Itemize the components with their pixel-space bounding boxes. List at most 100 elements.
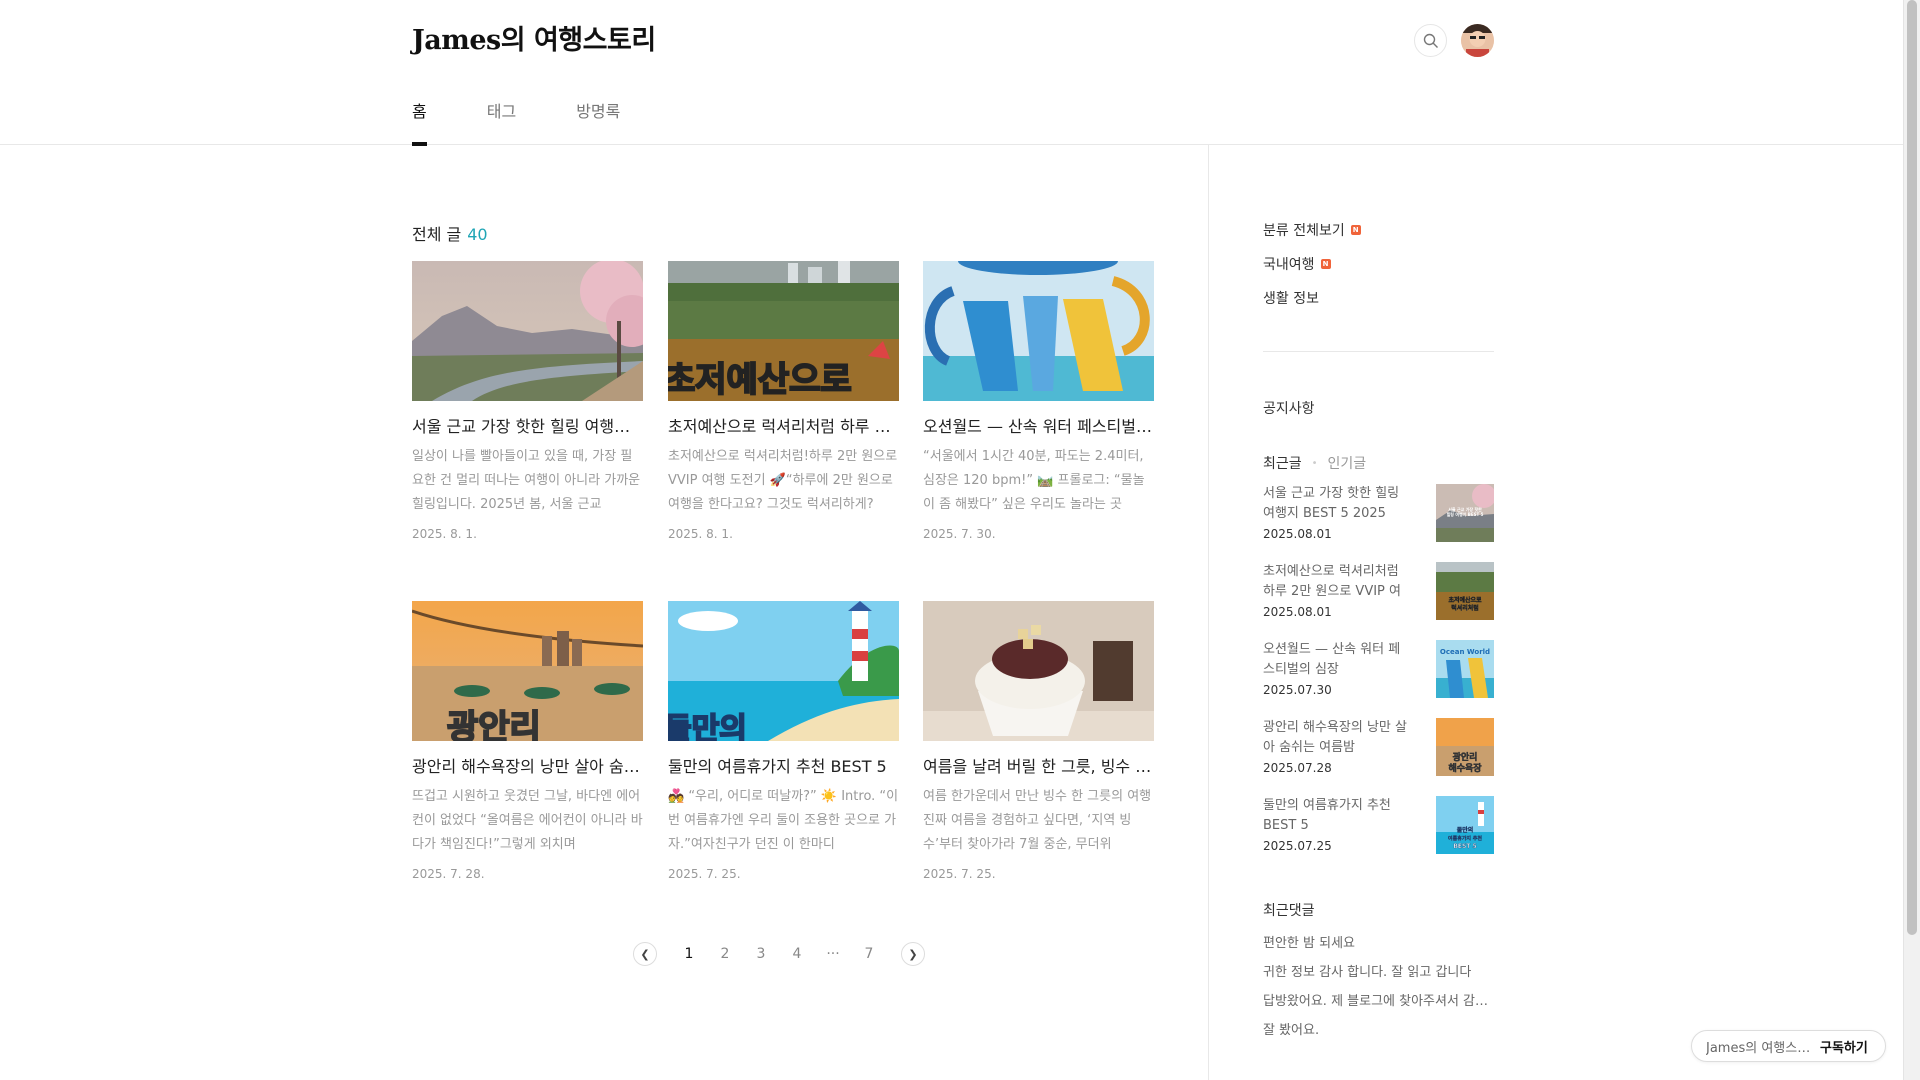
page-2[interactable]: 2	[707, 946, 743, 962]
post-thumbnail[interactable]: 광안리	[412, 601, 643, 741]
recent-post-thumbnail: 서울 근교 가장 핫한 힐링 여행지 BEST 5	[1436, 484, 1494, 542]
post-card[interactable]: 서울 근교 가장 핫한 힐링 여행지 BEST 5 2025 일상이 나를 빨아…	[412, 261, 643, 541]
recent-post-title: 오션월드 — 산속 워터 페스티벌의 심장	[1263, 642, 1401, 677]
svg-text:럭셔리처럼: 럭셔리처럼	[1451, 604, 1479, 612]
post-summary: 여름 한가운데서 만난 빙수 한 그릇의 여행 진짜 여름을 경험하고 싶다면,…	[923, 789, 1152, 852]
thumbnail-image: 둘만의	[668, 601, 899, 741]
post-title[interactable]: 둘만의 여름휴가지 추천 BEST 5	[668, 757, 899, 777]
post-card[interactable]: 오션월드 — 산속 워터 페스티벌의 심장 “서울에서 1시간 40분, 파도는…	[923, 261, 1154, 541]
post-date: 2025. 7. 30.	[923, 527, 996, 541]
post-title[interactable]: 여름을 날려 버릴 한 그릇, 빙수 맛집 투어	[923, 757, 1154, 777]
chevron-left-icon: ❮	[640, 947, 650, 961]
svg-text:둘만의: 둘만의	[1457, 826, 1474, 834]
recent-post-title: 초저예산으로 럭셔리처럼 하루 2만 원으로 VVIP 여행	[1263, 564, 1401, 599]
svg-text:힐링 여행지 BEST 5: 힐링 여행지 BEST 5	[1447, 511, 1484, 517]
subscribe-blog-name: James의 여행스토리	[1706, 1040, 1814, 1056]
recent-comment[interactable]: 귀한 정보 감사 합니다. 잘 읽고 갑니다	[1263, 961, 1494, 990]
svg-text:Ocean World: Ocean World	[1440, 648, 1490, 656]
svg-text:초저예산으로: 초저예산으로	[1448, 596, 1482, 604]
recent-comment[interactable]: 편안한 밤 되세요	[1263, 932, 1494, 961]
recent-comments-heading: 최근댓글	[1263, 903, 1315, 919]
post-list-heading: 전체 글 40	[412, 221, 488, 245]
recent-comment[interactable]: 답방왔어요. 제 블로그에 찾아주셔서 감사합니다	[1263, 990, 1494, 1019]
post-count: 40	[467, 225, 488, 244]
post-thumbnail[interactable]	[923, 601, 1154, 741]
post-summary: “서울에서 1시간 40분, 파도는 2.4미터, 심장은 120 bpm!” …	[923, 449, 1145, 512]
post-title[interactable]: 초저예산으로 럭셔리처럼 하루 2만 원으로 VVIP 여행	[668, 417, 899, 437]
subscribe-widget: James의 여행스토리 구독하기	[1691, 1030, 1886, 1062]
recent-post-item[interactable]: 둘만의 여름휴가지 추천 BEST 5 2025.07.25 둘만의 여름휴가지 …	[1263, 796, 1494, 856]
recent-post-thumbnail: 초저예산으로 럭셔리처럼	[1436, 562, 1494, 620]
post-title[interactable]: 오션월드 — 산속 워터 페스티벌의 심장	[923, 417, 1154, 437]
recent-post-item[interactable]: 오션월드 — 산속 워터 페스티벌의 심장 2025.07.30 Ocean W…	[1263, 640, 1494, 700]
new-badge: N	[1350, 225, 1361, 235]
post-thumbnail[interactable]: 초저예산으로	[668, 261, 899, 401]
tab-separator: •	[1311, 457, 1318, 469]
post-summary: 뜨겁고 시원하고 웃겼던 그날, 바다엔 에어컨이 없었다 “올여름은 에어컨이…	[412, 789, 643, 852]
chevron-right-icon: ❯	[908, 947, 918, 961]
category-domestic-travel[interactable]: 국내여행 N	[1263, 247, 1494, 281]
blog-title[interactable]: James의 여행스토리	[412, 18, 656, 57]
prev-page-button[interactable]: ❮	[633, 942, 657, 966]
post-thumbnail[interactable]: 둘만의	[668, 601, 899, 741]
profile-avatar[interactable]	[1461, 24, 1494, 57]
nav-tags[interactable]: 태그	[487, 98, 516, 144]
recent-post-thumbnail: 둘만의 여름휴가지 추천 BEST 5	[1436, 796, 1494, 854]
tab-recent[interactable]: 최근글	[1263, 453, 1302, 473]
post-thumbnail[interactable]	[412, 261, 643, 401]
post-title[interactable]: 서울 근교 가장 핫한 힐링 여행지 BEST 5 2025	[412, 417, 643, 437]
svg-text:광안리: 광안리	[1453, 751, 1478, 763]
category-life-info[interactable]: 생활 정보	[1263, 281, 1494, 315]
next-page-button[interactable]: ❯	[901, 942, 925, 966]
recent-post-item[interactable]: 서울 근교 가장 핫한 힐링 여행지 BEST 5 2025 2025.08.0…	[1263, 484, 1494, 544]
post-list-label: 전체 글	[412, 225, 462, 244]
recent-post-title: 광안리 해수욕장의 낭만 살아 숨쉬는 여름밤	[1263, 720, 1407, 755]
category-label: 분류 전체보기	[1263, 223, 1345, 239]
category-label: 국내여행	[1263, 257, 1315, 273]
post-summary: 💑 “우리, 어디로 떠날까?” ☀️ Intro. “이번 여름휴가엔 우리 …	[668, 789, 899, 852]
post-tabs: 최근글 • 인기글	[1263, 453, 1494, 473]
nav-home[interactable]: 홈	[412, 98, 427, 146]
recent-comment[interactable]: 잘 봤어요.	[1263, 1019, 1494, 1048]
tab-popular[interactable]: 인기글	[1328, 453, 1367, 473]
page-scrollbar[interactable]	[1903, 0, 1920, 1080]
post-date: 2025. 7. 25.	[668, 867, 741, 881]
post-card[interactable]: 광안리 광안리 해수욕장의 낭만 살아 숨쉬는 여름밤 뜨겁고 시원하고 웃겼던…	[412, 601, 643, 881]
blog-header: James의 여행스토리 홈 태그 방명록	[0, 0, 1903, 146]
category-label: 생활 정보	[1263, 291, 1319, 307]
post-date: 2025. 7. 25.	[923, 867, 996, 881]
recent-post-title: 둘만의 여름휴가지 추천 BEST 5	[1263, 798, 1391, 833]
search-icon	[1423, 33, 1438, 48]
category-list: 분류 전체보기 N 국내여행 N 생활 정보	[1263, 213, 1494, 315]
thumbnail-image: 광안리	[412, 601, 643, 741]
subscribe-button[interactable]: 구독하기	[1820, 1037, 1868, 1056]
thumbnail-image	[923, 601, 1154, 741]
nav-guestbook[interactable]: 방명록	[576, 98, 620, 144]
page-3[interactable]: 3	[743, 946, 779, 962]
category-all[interactable]: 분류 전체보기 N	[1263, 213, 1494, 247]
scrollbar-thumb[interactable]	[1907, 0, 1917, 935]
post-date: 2025. 8. 1.	[412, 527, 477, 541]
recent-post-item[interactable]: 초저예산으로 럭셔리처럼 하루 2만 원으로 VVIP 여행 2025.08.0…	[1263, 562, 1494, 622]
sidebar-divider	[1263, 351, 1494, 352]
content-divider	[1208, 145, 1209, 1080]
main-nav: 홈 태그 방명록	[412, 98, 680, 146]
post-card[interactable]: 초저예산으로 초저예산으로 럭셔리처럼 하루 2만 원으로 VVIP 여행 초저…	[668, 261, 899, 541]
page-4[interactable]: 4	[779, 946, 815, 962]
recent-post-thumbnail: 광안리 해수욕장	[1436, 718, 1494, 776]
recent-post-item[interactable]: 광안리 해수욕장의 낭만 살아 숨쉬는 여름밤 2025.07.28 광안리 해수…	[1263, 718, 1494, 778]
pagination: ❮ 1 2 3 4 ··· 7 ❯	[633, 942, 925, 966]
post-title[interactable]: 광안리 해수욕장의 낭만 살아 숨쉬는 여름밤	[412, 757, 643, 777]
page-1[interactable]: 1	[671, 946, 707, 962]
recent-post-title: 서울 근교 가장 핫한 힐링 여행지 BEST 5 2025	[1263, 486, 1400, 521]
post-summary: 초저예산으로 럭셔리처럼!하루 2만 원으로 VVIP 여행 도전기 🚀“하루에…	[668, 449, 898, 512]
notice-link[interactable]: 공지사항	[1263, 401, 1315, 417]
search-button[interactable]	[1414, 24, 1447, 57]
post-date: 2025. 7. 28.	[412, 867, 485, 881]
post-card[interactable]: 여름을 날려 버릴 한 그릇, 빙수 맛집 투어 여름 한가운데서 만난 빙수 …	[923, 601, 1154, 881]
post-thumbnail[interactable]	[923, 261, 1154, 401]
thumbnail-image: 초저예산으로	[668, 261, 899, 401]
post-date: 2025. 8. 1.	[668, 527, 733, 541]
page-7[interactable]: 7	[851, 946, 887, 962]
post-card[interactable]: 둘만의 둘만의 여름휴가지 추천 BEST 5 💑 “우리, 어디로 떠날까?”…	[668, 601, 899, 881]
